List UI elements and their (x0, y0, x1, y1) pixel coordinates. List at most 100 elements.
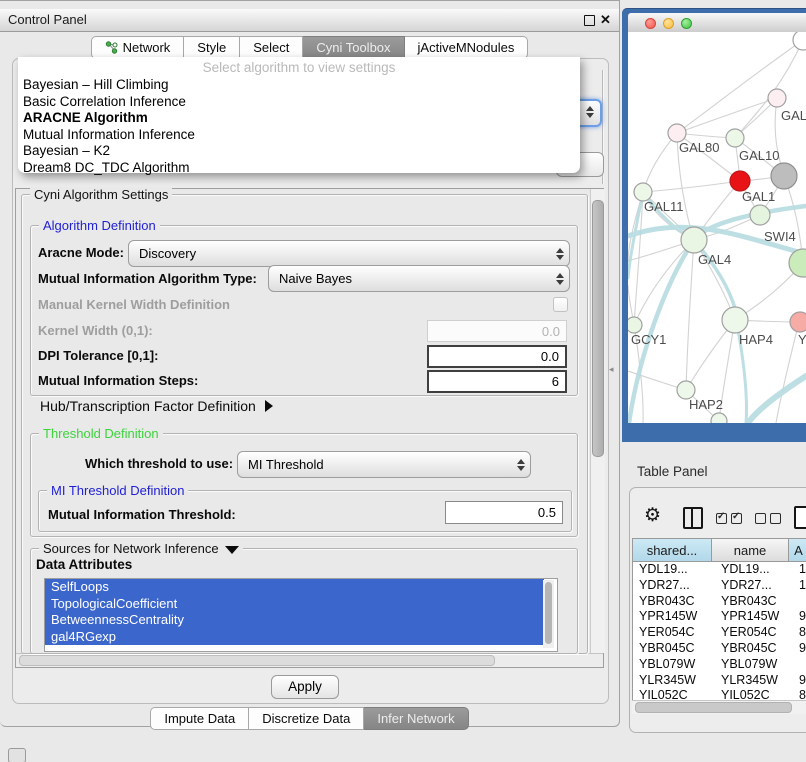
manual-kernel-width-checkbox[interactable] (553, 297, 568, 312)
expand-right-icon[interactable] (265, 400, 273, 412)
data-attributes-label: Data Attributes (36, 557, 132, 572)
node-label: HAP2 (689, 397, 723, 412)
attributes-scrollbar-thumb[interactable] (545, 582, 552, 644)
menu-item-selected[interactable]: ARACNE Algorithm (23, 110, 148, 125)
node-label: GCY1 (631, 332, 666, 347)
network-node[interactable] (711, 413, 727, 423)
menu-item[interactable]: Basic Correlation Inference (23, 94, 186, 109)
cell-shared-name: YBR045C (633, 641, 717, 657)
column-header-shared[interactable]: shared... (632, 538, 712, 562)
list-item[interactable]: TopologicalCoefficient (45, 596, 544, 613)
tab-style[interactable]: Style (184, 36, 240, 59)
close-icon[interactable]: ✕ (600, 9, 611, 31)
network-node-gcy1[interactable] (628, 317, 642, 333)
list-item[interactable]: gal4RGexp (45, 629, 544, 646)
screenshot-root: Control Panel ✕ Network Style Select Cyn… (0, 0, 806, 762)
tab-impute-data[interactable]: Impute Data (150, 707, 249, 730)
mi-steps-label: Mutual Information Steps: (38, 373, 198, 388)
table-row[interactable]: YPR145WYPR145W9. (633, 609, 806, 625)
close-traffic-light-icon[interactable] (645, 18, 656, 29)
column-header-name[interactable]: name (712, 538, 789, 562)
network-node[interactable] (793, 32, 806, 50)
tab-cyni-toolbox[interactable]: Cyni Toolbox (303, 36, 404, 59)
table-row[interactable]: YLR345WYLR345W9. (633, 673, 806, 689)
gear-icon[interactable]: ⚙ (644, 504, 661, 527)
splitter-collapse-arrow[interactable]: ◂ (609, 364, 614, 375)
menu-item[interactable]: Bayesian – K2 (23, 143, 110, 158)
network-node-gal4[interactable] (681, 227, 707, 253)
table-row[interactable]: YBR045CYBR045C9. (633, 641, 806, 657)
cell-shared-name: YBR043C (633, 594, 717, 610)
table-horizontal-scrollbar-thumb[interactable] (635, 702, 792, 713)
menu-item[interactable]: Dream8 DC_TDC Algorithm (23, 160, 190, 175)
data-attributes-list[interactable]: SelfLoops TopologicalCoefficient Between… (44, 578, 558, 652)
control-panel-titlebar[interactable]: Control Panel ✕ (0, 9, 619, 32)
network-node-swi4[interactable] (750, 205, 770, 225)
cell-value: 12 (793, 578, 806, 594)
tab-impute-data-label: Impute Data (164, 708, 235, 729)
cell-name: YBR045C (717, 641, 793, 657)
network-node-hap4[interactable] (722, 307, 748, 333)
tab-network[interactable]: Network (91, 36, 185, 59)
tab-jactivemnodules-label: jActiveMNodules (418, 37, 515, 58)
node-table[interactable]: YDL19...YDL19...13 YDR27...YDR27...12 YB… (632, 562, 806, 700)
split-table-icon[interactable] (683, 507, 703, 529)
which-threshold-select[interactable]: MI Threshold (237, 451, 531, 478)
settings-horizontal-scrollbar-thumb[interactable] (19, 655, 495, 666)
settings-vertical-scrollbar-thumb[interactable] (592, 200, 604, 457)
tab-discretize-data[interactable]: Discretize Data (249, 707, 364, 730)
collapse-down-icon[interactable] (225, 546, 239, 554)
network-node-gal1-selected[interactable] (730, 171, 750, 191)
network-graph[interactable]: GAL GAL80 GAL10 GAL1 GAL11 SWI4 GAL4 GCY… (628, 32, 806, 423)
aracne-mode-select[interactable]: Discovery (128, 240, 570, 267)
hub-definition-toggle[interactable]: Hub/Transcription Factor Definition (40, 398, 273, 414)
table-row[interactable]: YBL079WYBL079W (633, 657, 806, 673)
collapsed-panel-icon[interactable] (8, 748, 26, 762)
cell-shared-name: YBL079W (633, 657, 717, 673)
network-node-gal10[interactable] (726, 129, 744, 147)
table-row[interactable]: YDL19...YDL19...13 (633, 562, 806, 578)
table-row[interactable]: YBR043CYBR043C (633, 594, 806, 610)
table-row[interactable]: YIL052CYIL052C8 (633, 688, 806, 700)
kernel-width-input[interactable] (427, 320, 567, 342)
checked-checkboxes-icon[interactable] (716, 513, 742, 524)
apply-button[interactable]: Apply (271, 675, 339, 699)
checked-box-icon (731, 513, 742, 524)
menu-item[interactable]: Mutual Information Inference (23, 127, 195, 142)
network-node[interactable] (789, 249, 806, 277)
minimize-traffic-light-icon[interactable] (663, 18, 674, 29)
table-row[interactable]: YDR27...YDR27...12 (633, 578, 806, 594)
mi-algorithm-type-select[interactable]: Naive Bayes (268, 265, 570, 292)
cell-name: YIL052C (717, 688, 793, 700)
tab-jactivemnodules[interactable]: jActiveMNodules (405, 36, 529, 59)
cell-shared-name: YDR27... (633, 578, 717, 594)
network-view[interactable]: GAL GAL80 GAL10 GAL1 GAL11 SWI4 GAL4 GCY… (628, 32, 806, 423)
column-header-partial[interactable]: A (789, 538, 806, 562)
aracne-mode-label: Aracne Mode: (38, 245, 124, 260)
cell-name: YBL079W (717, 657, 793, 673)
zoom-traffic-light-icon[interactable] (681, 18, 692, 29)
menu-item[interactable]: Bayesian – Hill Climbing (23, 77, 169, 92)
tab-infer-network[interactable]: Infer Network (364, 707, 468, 730)
mi-threshold-input[interactable] (445, 501, 563, 524)
cell-name: YPR145W (717, 609, 793, 625)
mi-threshold-definition-title: MI Threshold Definition (47, 483, 188, 498)
algorithm-dropdown-popup: Select algorithm to view settings Bayesi… (18, 57, 580, 173)
network-node[interactable] (768, 89, 786, 107)
unchecked-checkboxes-icon[interactable] (755, 513, 781, 524)
cell-value: 8 (793, 688, 806, 700)
network-node[interactable] (790, 312, 806, 332)
network-node[interactable] (771, 163, 797, 189)
cell-value: 9. (793, 609, 806, 625)
list-item[interactable]: BetweennessCentrality (45, 612, 544, 629)
document-icon[interactable] (794, 506, 806, 529)
dpi-tolerance-input[interactable] (427, 345, 567, 368)
float-window-icon[interactable] (584, 15, 595, 26)
network-window-titlebar[interactable] (628, 13, 806, 33)
mi-steps-input[interactable] (427, 370, 567, 393)
node-label: SWI4 (764, 229, 796, 244)
list-item[interactable]: SelfLoops (45, 579, 544, 596)
tab-select[interactable]: Select (240, 36, 303, 59)
combo-arrows-icon (581, 106, 599, 118)
table-row[interactable]: YER054CYER054C8. (633, 625, 806, 641)
